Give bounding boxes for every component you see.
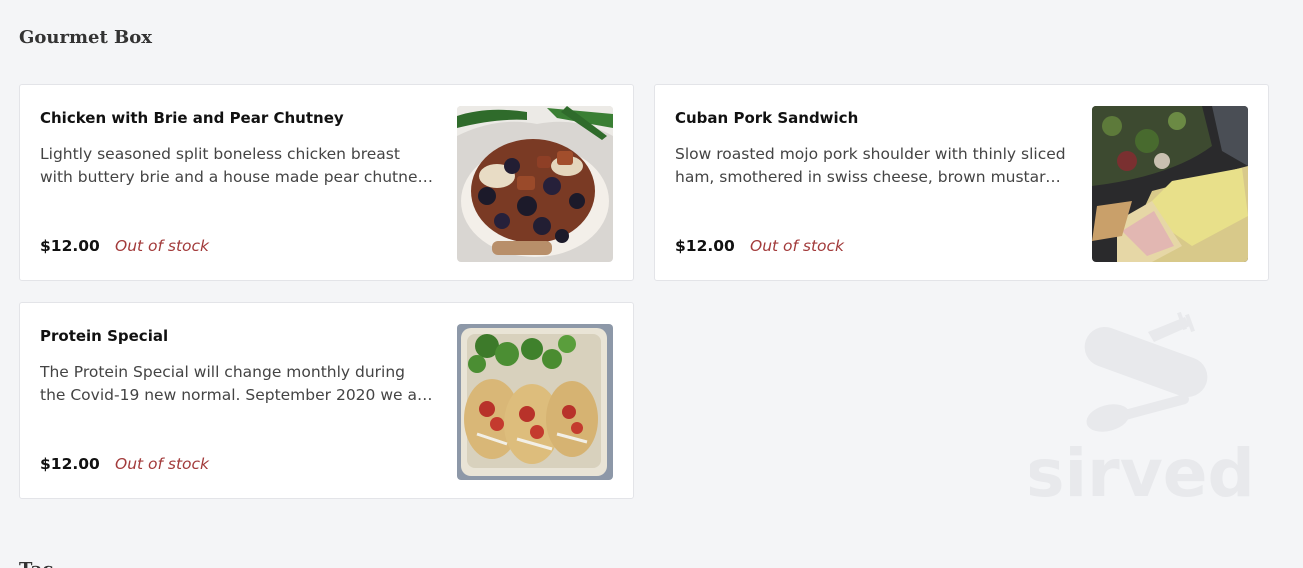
chicken-dish-photo[interactable] bbox=[457, 106, 613, 262]
sirved-watermark-logo: sirved bbox=[1030, 312, 1250, 502]
menu-item-card[interactable]: Cuban Pork Sandwich Slow roasted mojo po… bbox=[654, 84, 1269, 281]
stock-status: Out of stock bbox=[750, 237, 845, 255]
item-description: The Protein Special will change monthly … bbox=[40, 363, 433, 404]
item-name: Protein Special bbox=[40, 327, 169, 345]
item-price: $12.00 bbox=[40, 455, 100, 473]
section-title: Gourmet Box bbox=[19, 27, 152, 48]
item-price: $12.00 bbox=[40, 237, 100, 255]
item-description: Slow roasted mojo pork shoulder with thi… bbox=[675, 145, 1066, 186]
stock-status: Out of stock bbox=[115, 237, 210, 255]
next-section-title: Tac... bbox=[19, 559, 72, 568]
item-name: Chicken with Brie and Pear Chutney bbox=[40, 109, 344, 127]
sandwich-photo[interactable] bbox=[1092, 106, 1248, 262]
item-price: $12.00 bbox=[675, 237, 735, 255]
stock-status: Out of stock bbox=[115, 455, 210, 473]
menu-item-card[interactable]: Protein Special The Protein Special will… bbox=[19, 302, 634, 499]
item-description: Lightly seasoned split boneless chicken … bbox=[40, 145, 430, 186]
menu-item-card[interactable]: Chicken with Brie and Pear Chutney Light… bbox=[19, 84, 634, 281]
tacos-photo[interactable] bbox=[457, 324, 613, 480]
watermark-text: sirved bbox=[1030, 435, 1250, 502]
item-name: Cuban Pork Sandwich bbox=[675, 109, 859, 127]
